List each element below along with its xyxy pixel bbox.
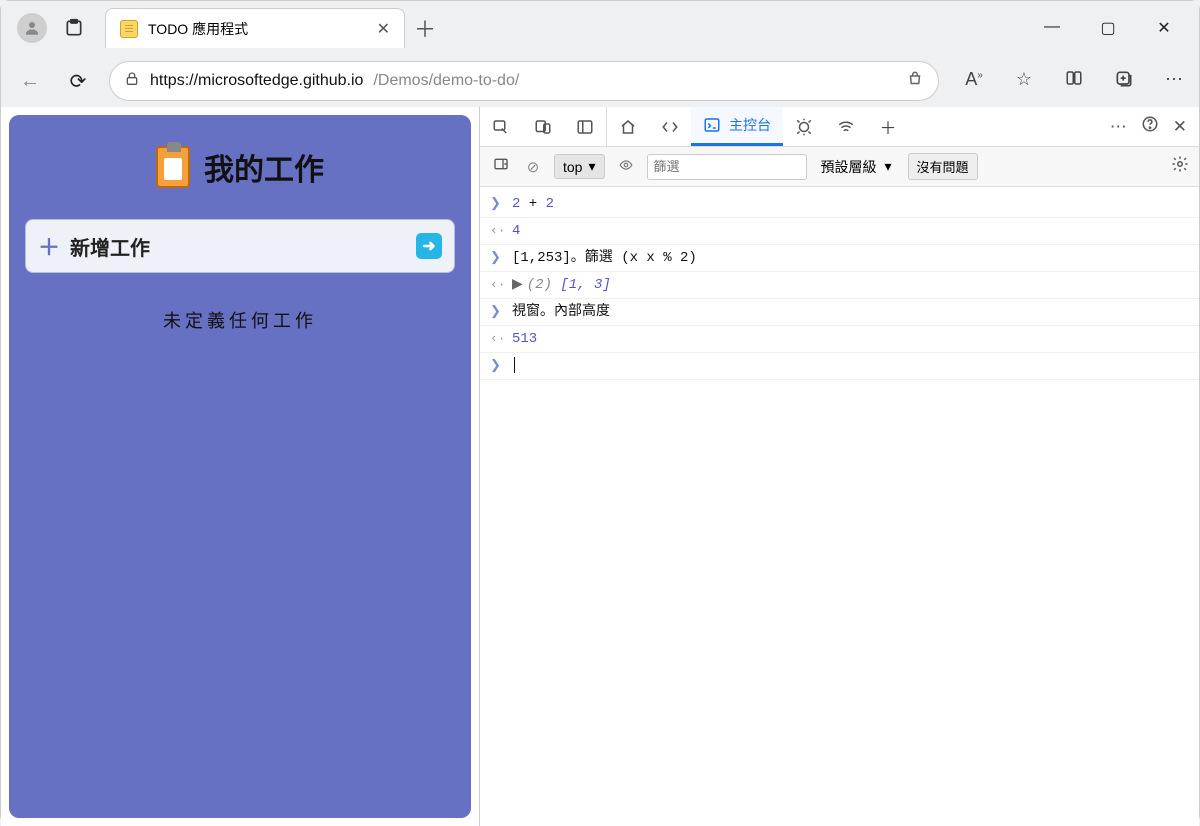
input-marker-icon: ❯: [490, 195, 504, 213]
window-close-button[interactable]: ✕: [1153, 18, 1175, 38]
console-line-content: 2 + 2: [512, 195, 1189, 213]
console-input-row: ❯ 2 + 2: [480, 191, 1199, 218]
tab-console-label: 主控台: [729, 115, 771, 135]
toggle-drawer-icon[interactable]: [490, 156, 512, 177]
console-input-row: ❯ [1,253]。篩選 (x x % 2): [480, 245, 1199, 272]
clear-console-icon[interactable]: ⊘: [522, 158, 544, 176]
tab-issues-icon[interactable]: [783, 107, 825, 146]
console-output-row: ‹· 513: [480, 326, 1199, 353]
nav-refresh-button[interactable]: ⟳: [61, 69, 95, 94]
input-marker-icon: ❯: [490, 303, 504, 321]
tab-add-icon[interactable]: ＋: [867, 107, 909, 146]
device-emulation-icon[interactable]: [522, 107, 564, 146]
site-lock-icon[interactable]: [124, 71, 140, 92]
plus-icon: ＋: [38, 230, 60, 262]
read-aloud-icon[interactable]: A»: [961, 69, 987, 94]
devtools-more-icon[interactable]: ⋯: [1110, 117, 1127, 137]
workspaces-icon[interactable]: [57, 18, 91, 38]
tab-title: TODO 應用程式: [148, 19, 248, 39]
tab-favicon-icon: [120, 20, 138, 38]
log-level-label: 預設層級: [821, 157, 877, 177]
devtools-close-icon[interactable]: ✕: [1173, 117, 1187, 137]
console-output-row: ‹· ▶(2) [1, 3]: [480, 272, 1199, 299]
devtools-right-controls: ⋯ ✕: [1098, 107, 1199, 146]
clipboard-icon: [156, 146, 190, 188]
url-domain: https://microsoftedge.github.io: [150, 72, 363, 90]
console-line-content: 513: [512, 330, 1189, 348]
input-marker-icon: ❯: [490, 249, 504, 267]
console-line-content: [1,253]。篩選 (x x % 2): [512, 249, 1189, 267]
todo-header: 我的工作: [19, 145, 461, 189]
console-line-content: ▶(2) [1, 3]: [512, 276, 1189, 294]
url-bar[interactable]: https://microsoftedge.github.io/Demos/de…: [109, 61, 939, 101]
add-task-placeholder: 新增工作: [70, 232, 406, 261]
chevron-down-icon: ▾: [588, 158, 595, 175]
console-output-row: ‹· 4: [480, 218, 1199, 245]
page-pane: 我的工作 ＋ 新增工作 ➜ 未定義任何工作: [1, 107, 479, 826]
log-level-selector[interactable]: 預設層級 ▾: [821, 157, 892, 177]
execution-context-selector[interactable]: top ▾: [554, 154, 605, 179]
url-path: /Demos/demo-to-do/: [373, 72, 519, 90]
input-marker-icon: ❯: [490, 357, 504, 375]
expand-icon[interactable]: ▶: [512, 277, 523, 293]
console-settings-icon[interactable]: [1171, 155, 1189, 178]
tab-close-icon[interactable]: ✕: [377, 19, 390, 39]
output-marker-icon: ‹·: [490, 222, 504, 240]
console-filter-input[interactable]: [647, 154, 807, 180]
empty-tasks-message: 未定義任何工作: [19, 307, 461, 333]
favorite-icon[interactable]: ☆: [1011, 69, 1037, 94]
console-line-content: 4: [512, 222, 1189, 240]
console-input-row: ❯ 視窗。內部高度: [480, 299, 1199, 326]
new-tab-button[interactable]: ＋: [405, 12, 445, 44]
console-prompt[interactable]: ❯: [480, 353, 1199, 380]
devtools-panel: 主控台 ＋ ⋯ ✕ ⊘ top ▾: [479, 107, 1199, 826]
profile-icon[interactable]: [17, 13, 47, 43]
issues-button[interactable]: 沒有問題: [908, 153, 978, 180]
devtools-help-icon[interactable]: [1141, 115, 1159, 138]
chevron-down-icon: ▾: [885, 158, 892, 175]
dock-side-icon[interactable]: [564, 107, 606, 146]
tab-console[interactable]: 主控台: [691, 107, 783, 146]
context-label: top: [563, 159, 582, 175]
page-title: 我的工作: [204, 145, 324, 189]
address-bar-row: ← ⟳ https://microsoftedge.github.io/Demo…: [1, 55, 1199, 107]
split-screen-icon[interactable]: [1061, 69, 1087, 94]
browser-toolbar-icons: A» ☆ ⋯: [961, 69, 1187, 94]
tab-welcome[interactable]: [607, 107, 649, 146]
devtools-tab-strip: 主控台 ＋ ⋯ ✕: [480, 107, 1199, 147]
inspect-element-icon[interactable]: [480, 107, 522, 146]
console-toolbar: ⊘ top ▾ 預設層級 ▾ 沒有問題: [480, 147, 1199, 187]
tab-network-conditions-icon[interactable]: [825, 107, 867, 146]
console-output[interactable]: ❯ 2 + 2 ‹· 4 ❯ [1,253]。篩選 (x x % 2) ‹· ▶(2) [1,…: [480, 187, 1199, 826]
todo-app: 我的工作 ＋ 新增工作 ➜ 未定義任何工作: [9, 115, 471, 818]
window-titlebar: TODO 應用程式 ✕ ＋ — ▢ ✕: [1, 1, 1199, 55]
window-controls: — ▢ ✕: [1041, 18, 1193, 38]
output-marker-icon: ‹·: [490, 276, 504, 294]
live-expression-icon[interactable]: [615, 158, 637, 176]
console-line-content: 視窗。內部高度: [512, 303, 1189, 321]
collections-icon[interactable]: [1111, 69, 1137, 94]
browser-tab[interactable]: TODO 應用程式 ✕: [105, 8, 405, 48]
output-marker-icon: ‹·: [490, 330, 504, 348]
add-task-submit-button[interactable]: ➜: [416, 233, 442, 259]
browser-menu-icon[interactable]: ⋯: [1161, 69, 1187, 94]
shopping-icon[interactable]: [906, 70, 924, 93]
tab-elements[interactable]: [649, 107, 691, 146]
window-minimize-button[interactable]: —: [1041, 18, 1063, 38]
add-task-input[interactable]: ＋ 新增工作 ➜: [25, 219, 455, 273]
nav-back-button[interactable]: ←: [13, 70, 47, 93]
window-maximize-button[interactable]: ▢: [1097, 18, 1119, 38]
content-split: 我的工作 ＋ 新增工作 ➜ 未定義任何工作: [1, 107, 1199, 826]
